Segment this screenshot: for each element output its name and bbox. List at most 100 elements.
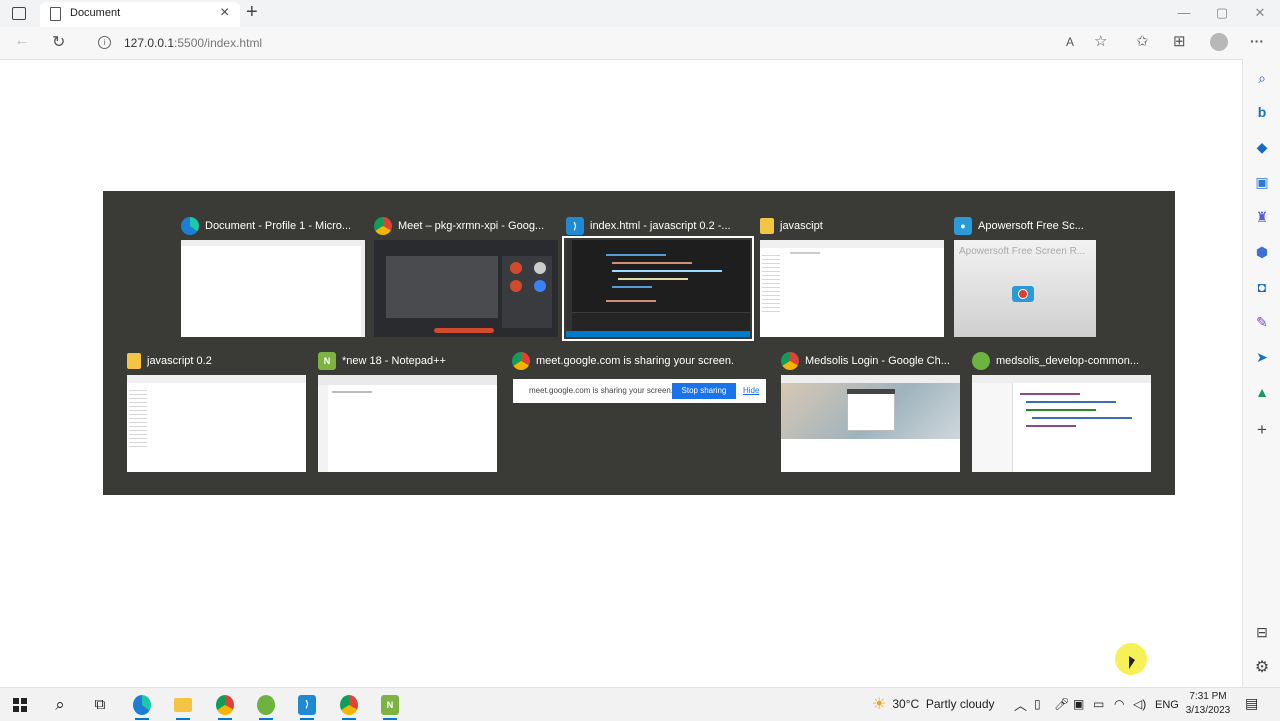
- chrome-icon: [512, 352, 530, 370]
- taskbar-spring[interactable]: [247, 688, 285, 721]
- task-view-icon: ⧉: [94, 696, 106, 713]
- read-aloud-icon[interactable]: A: [1066, 35, 1074, 49]
- bing-icon[interactable]: b: [1251, 101, 1273, 123]
- thumb-login-header: [847, 389, 895, 394]
- wifi-icon[interactable]: ◠: [1114, 697, 1124, 711]
- window-thumbnail: [760, 240, 944, 337]
- restore-button[interactable]: ▢: [1204, 0, 1240, 27]
- close-tab-icon[interactable]: ×: [220, 4, 229, 22]
- thumb-ribbon: [760, 240, 944, 248]
- drop-icon[interactable]: ▲: [1251, 381, 1273, 403]
- start-button[interactable]: [1, 688, 39, 721]
- search-icon[interactable]: ⌕: [1251, 67, 1273, 89]
- edge-sidebar: ⌕ b ◆ ▣ ♜ ⬢ ◘ ✎ ➤ ▲ + ⊟ ⚙: [1242, 59, 1280, 687]
- browser-toolbar: ← ↻ i 127.0.0.1:5500/index.html A ☆ ✩ ⊞ …: [0, 27, 1280, 60]
- weather-text: 30°C Partly cloudy: [892, 697, 995, 711]
- switcher-window-apowersoft[interactable]: ● Apowersoft Free Sc... Apowersoft Free …: [954, 216, 1098, 338]
- settings-gear-icon[interactable]: ⚙: [1251, 656, 1273, 678]
- thumb-sidebar: [361, 246, 365, 337]
- profile-avatar[interactable]: [1210, 33, 1228, 51]
- send-icon[interactable]: ➤: [1251, 346, 1273, 368]
- mouse-pointer-icon: [1129, 656, 1135, 669]
- window-title: Document - Profile 1 - Micro...: [205, 220, 352, 232]
- taskbar-chrome[interactable]: [206, 688, 244, 721]
- thumb-login-card: [847, 389, 895, 431]
- clock-time: 7:31 PM: [1189, 691, 1227, 702]
- add-icon[interactable]: +: [1251, 419, 1273, 441]
- window-close-button[interactable]: ✕: [1242, 0, 1278, 27]
- tab-document[interactable]: Document ×: [40, 2, 240, 27]
- volume-icon[interactable]: ◁): [1133, 697, 1146, 711]
- back-icon[interactable]: ←: [14, 32, 30, 50]
- weather-widget[interactable]: ☀ 30°C Partly cloudy: [872, 694, 995, 714]
- notepadpp-icon: N: [318, 352, 336, 370]
- language-indicator[interactable]: ENG: [1155, 699, 1179, 711]
- switcher-window-folder-javascript-0-2[interactable]: javascript 0.2: [127, 351, 306, 473]
- spring-icon: [972, 352, 990, 370]
- switcher-window-medsolis-login[interactable]: Medsolis Login - Google Ch...: [781, 351, 960, 473]
- favorites-icon[interactable]: ✩: [1136, 32, 1149, 50]
- task-view-button[interactable]: ⧉: [81, 688, 119, 721]
- show-hidden-icons-icon[interactable]: ︿: [1014, 695, 1027, 714]
- device-icon[interactable]: ▯: [1034, 697, 1041, 711]
- tools-icon[interactable]: ▣: [1251, 171, 1273, 193]
- games-icon[interactable]: ♜: [1251, 206, 1273, 228]
- battery-icon[interactable]: ▭: [1093, 697, 1104, 711]
- info-icon: i: [98, 36, 111, 49]
- minimize-button[interactable]: —: [1166, 0, 1202, 27]
- thumb-ribbon: [127, 375, 306, 383]
- thumb-nav: [129, 387, 147, 447]
- thumb-tile: [534, 280, 546, 292]
- thumb-screen: [386, 256, 498, 318]
- window-title: Meet – pkg-xrmn-xpi - Goog...: [398, 220, 545, 232]
- notifications-icon[interactable]: ▤: [1245, 695, 1258, 712]
- designer-icon[interactable]: ✎: [1251, 311, 1273, 333]
- taskbar-file-explorer[interactable]: [164, 688, 202, 721]
- url-path: :5500/index.html: [174, 36, 263, 50]
- refresh-icon[interactable]: ↻: [52, 32, 65, 52]
- thumb-toolbar: [972, 375, 1151, 383]
- folder-icon: [760, 218, 774, 234]
- record-icon: [1012, 286, 1034, 302]
- shopping-icon[interactable]: ◆: [1251, 136, 1273, 158]
- window-thumbnail: [127, 375, 306, 472]
- address-bar[interactable]: i 127.0.0.1:5500/index.html: [86, 30, 1116, 56]
- taskbar-edge[interactable]: [123, 688, 161, 721]
- stop-sharing-button[interactable]: Stop sharing: [672, 383, 736, 399]
- more-menu-icon[interactable]: ···: [1250, 33, 1264, 49]
- taskbar: ⌕ ⧉ ⟩ N ☀ 30°C Partly cloudy ︿ ▯ 🎤︎ ▣ ▭ …: [0, 687, 1280, 721]
- search-icon: ⌕: [55, 694, 65, 714]
- taskbar-notepadpp[interactable]: N: [371, 688, 409, 721]
- switcher-window-vscode[interactable]: ⟩ index.html - javascript 0.2 -...: [562, 216, 754, 341]
- thumb-statusbar: [566, 331, 750, 337]
- tab-title: Document: [70, 7, 121, 19]
- window-title: index.html - javascript 0.2 -...: [590, 220, 731, 232]
- switcher-window-notepadpp[interactable]: N *new 18 - Notepad++: [318, 351, 497, 473]
- hide-link[interactable]: Hide: [743, 386, 759, 395]
- microphone-icon[interactable]: 🎤︎: [1054, 697, 1069, 711]
- switcher-window-meet[interactable]: Meet – pkg-xrmn-xpi - Goog...: [374, 216, 558, 338]
- thumb-code-line: [1026, 425, 1076, 427]
- thumb-code-line: [1032, 417, 1132, 419]
- switcher-window-edge[interactable]: Document - Profile 1 - Micro...: [181, 216, 365, 338]
- camera-icon[interactable]: ▣: [1073, 697, 1084, 711]
- window-thumbnail: [374, 240, 558, 337]
- clock-date: 3/13/2023: [1185, 705, 1231, 716]
- thumb-code-line: [1020, 393, 1080, 395]
- outlook-icon[interactable]: ◘: [1251, 276, 1273, 298]
- switcher-window-medsolis-develop[interactable]: medsolis_develop-common...: [972, 351, 1151, 473]
- hide-sidebar-icon[interactable]: ⊟: [1251, 621, 1273, 643]
- taskbar-vscode[interactable]: ⟩: [288, 688, 326, 721]
- taskbar-chrome-profile[interactable]: [330, 688, 368, 721]
- switcher-window-sharing[interactable]: meet.google.com is sharing your screen. …: [512, 351, 766, 407]
- collections-icon[interactable]: ⊞: [1173, 32, 1186, 50]
- add-favorite-icon[interactable]: ☆: [1094, 32, 1107, 50]
- switcher-window-folder-javascipt[interactable]: javascipt: [760, 216, 944, 338]
- tab-actions-icon[interactable]: [12, 7, 26, 20]
- clock[interactable]: 7:31 PM 3/13/2023: [1180, 690, 1236, 718]
- new-tab-button[interactable]: +: [246, 1, 258, 24]
- search-button[interactable]: ⌕: [41, 688, 79, 721]
- thumb-code-line: [1026, 409, 1096, 411]
- page-icon: [50, 7, 61, 21]
- office-icon[interactable]: ⬢: [1251, 241, 1273, 263]
